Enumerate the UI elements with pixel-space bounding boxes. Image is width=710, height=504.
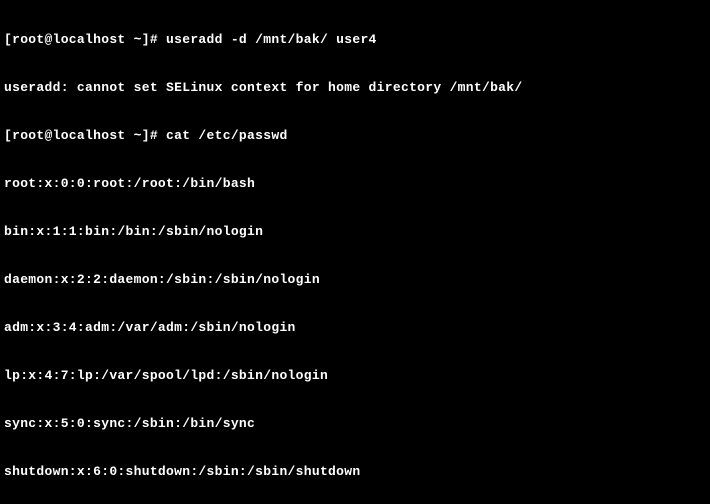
terminal-line: shutdown:x:6:0:shutdown:/sbin:/sbin/shut… [4, 464, 706, 480]
terminal-line: [root@localhost ~]# cat /etc/passwd [4, 128, 706, 144]
terminal-line: root:x:0:0:root:/root:/bin/bash [4, 176, 706, 192]
terminal-output[interactable]: [root@localhost ~]# useradd -d /mnt/bak/… [0, 0, 710, 504]
terminal-line: sync:x:5:0:sync:/sbin:/bin/sync [4, 416, 706, 432]
terminal-line: useradd: cannot set SELinux context for … [4, 80, 706, 96]
terminal-line: lp:x:4:7:lp:/var/spool/lpd:/sbin/nologin [4, 368, 706, 384]
terminal-line: adm:x:3:4:adm:/var/adm:/sbin/nologin [4, 320, 706, 336]
terminal-line: bin:x:1:1:bin:/bin:/sbin/nologin [4, 224, 706, 240]
terminal-line: daemon:x:2:2:daemon:/sbin:/sbin/nologin [4, 272, 706, 288]
terminal-line: [root@localhost ~]# useradd -d /mnt/bak/… [4, 32, 706, 48]
